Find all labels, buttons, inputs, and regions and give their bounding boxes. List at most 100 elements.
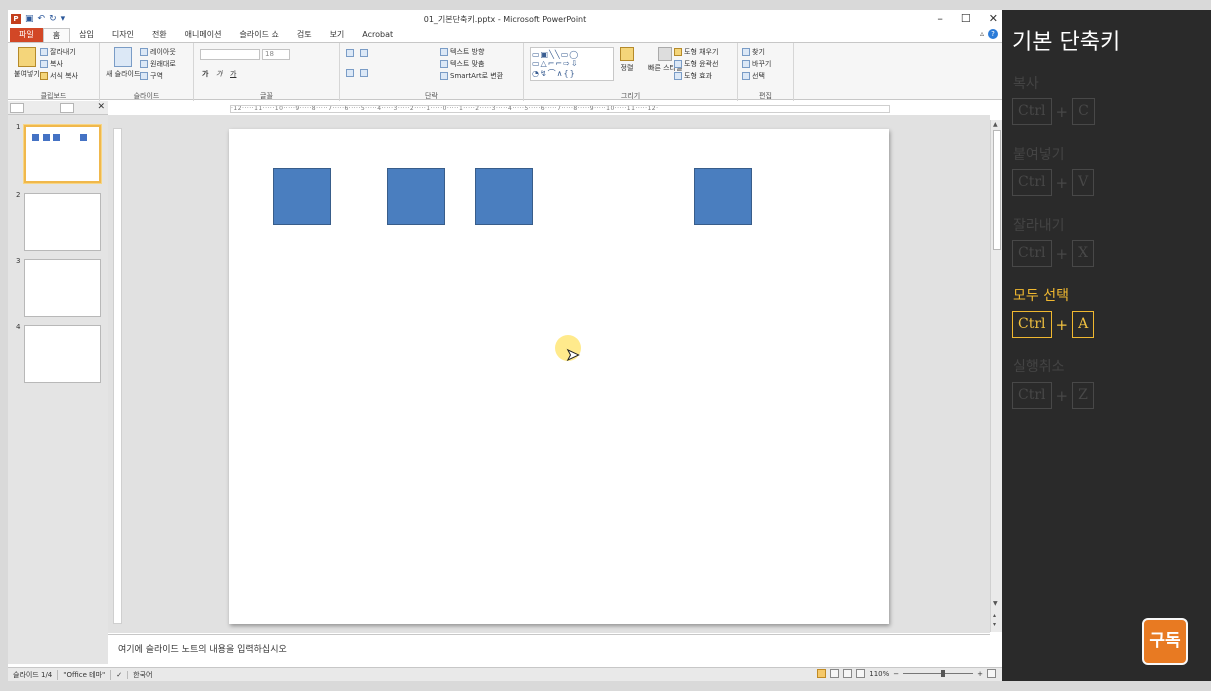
find-button[interactable]: 찾기 [742, 47, 765, 57]
font-size-input[interactable]: 18 [262, 49, 290, 60]
numbering-button[interactable] [360, 49, 368, 57]
underline-button[interactable]: 가 [230, 69, 236, 79]
close-pane-icon[interactable]: ✕ [97, 102, 105, 112]
notes-pane[interactable]: 여기에 슬라이드 노트의 내용을 입력하십시오 [108, 634, 990, 666]
fit-window-icon[interactable] [987, 669, 996, 678]
rectangle-shape-4[interactable] [694, 168, 752, 225]
text-direction-button[interactable]: 텍스트 방향 [440, 47, 484, 57]
shape-gallery[interactable]: ▭▣╲╲▭◯ ▭△⌐⌐⇨⇩ ◔↯⌒∧{} [530, 47, 614, 81]
tab-design[interactable]: 디자인 [103, 28, 143, 42]
zoom-slider[interactable] [903, 670, 974, 677]
number-list-icon [360, 49, 368, 57]
format-painter-button[interactable]: 서식 복사 [40, 71, 78, 81]
tab-animations[interactable]: 애니메이션 [176, 28, 231, 42]
slideshow-view-icon[interactable] [856, 669, 866, 678]
slide-thumbnail-1[interactable] [24, 125, 101, 183]
minimize-ribbon-icon[interactable]: ▵ [980, 29, 984, 39]
rectangle-shape-2[interactable] [387, 168, 445, 225]
bullet-list-icon [346, 49, 354, 57]
group-drawing: ▭▣╲╲▭◯ ▭△⌐⌐⇨⇩ ◔↯⌒∧{} 정렬 빠른 스타일 도형 채우기 도형 윤… [524, 43, 738, 101]
smartart-button[interactable]: SmartArt로 변환 [440, 71, 503, 81]
close-button[interactable]: ✕ [989, 12, 998, 25]
thumbnail-shape [80, 134, 87, 141]
powerpoint-logo-icon[interactable]: P [11, 14, 21, 24]
align-center-button[interactable] [360, 69, 368, 77]
align-text-button[interactable]: 텍스트 맞춤 [440, 59, 484, 69]
align-left-button[interactable] [346, 69, 354, 77]
zoom-out-icon[interactable]: − [893, 670, 899, 678]
previous-slide-icon[interactable]: ▴ [993, 612, 996, 619]
help-icon[interactable]: ? [988, 29, 998, 39]
layout-icon [140, 48, 148, 56]
tab-acrobat[interactable]: Acrobat [353, 28, 402, 42]
select-button[interactable]: 선택 [742, 71, 765, 81]
plus-sign: + [1055, 315, 1069, 334]
quick-access-toolbar: P ▣ ↶ ↻ ▾ [8, 14, 65, 24]
minimize-button[interactable]: – [937, 12, 943, 25]
zoom-in-icon[interactable]: + [977, 670, 983, 678]
group-paragraph: 텍스트 방향 텍스트 맞춤 SmartArt로 변환 단락 [340, 43, 524, 101]
zoom-slider-knob[interactable] [941, 670, 946, 677]
tab-insert[interactable]: 삽입 [70, 28, 103, 42]
shortcut-panel: 기본 단축키 복사 Ctrl + C 붙여넣기 Ctrl + V 잘라내기 Ct… [1002, 10, 1211, 681]
replace-button[interactable]: 바꾸기 [742, 59, 771, 69]
scroll-up-icon[interactable]: ▲ [993, 121, 998, 128]
section-button[interactable]: 구역 [140, 71, 163, 81]
next-slide-icon[interactable]: ▾ [993, 621, 996, 628]
new-slide-button[interactable]: 새 슬라이드 [106, 47, 140, 79]
font-name-input[interactable] [200, 49, 260, 60]
video-frame-top [0, 0, 1211, 10]
tab-view[interactable]: 보기 [321, 28, 354, 42]
shape-outline-button[interactable]: 도형 윤곽선 [674, 59, 718, 69]
rectangle-shape-3[interactable] [475, 168, 533, 225]
copy-button[interactable]: 복사 [40, 59, 63, 69]
pointer-icon [742, 72, 750, 80]
bullets-button[interactable] [346, 49, 354, 57]
slides-tab[interactable] [10, 103, 24, 113]
normal-view-icon[interactable] [817, 669, 827, 678]
spellcheck-icon[interactable]: ✓ [111, 670, 129, 679]
italic-button[interactable]: 가 [216, 69, 222, 79]
customize-qat-icon[interactable]: ▾ [61, 14, 66, 24]
slide-thumbnail-2[interactable] [24, 193, 101, 251]
language-indicator[interactable]: 한국어 [128, 670, 157, 680]
outline-tab[interactable] [60, 103, 74, 113]
save-icon[interactable]: ▣ [25, 14, 34, 24]
tab-review[interactable]: 검토 [288, 28, 321, 42]
slide-thumbnail-3[interactable] [24, 259, 101, 317]
tab-slideshow[interactable]: 슬라이드 쇼 [230, 28, 287, 42]
rectangle-shape-1[interactable] [273, 168, 331, 225]
tab-home[interactable]: 홈 [42, 28, 71, 42]
shortcut-label-paste: 붙여넣기 [1013, 147, 1065, 163]
arrange-button[interactable]: 정렬 [620, 47, 634, 73]
shape-effects-button[interactable]: 도형 효과 [674, 71, 712, 81]
zoom-level[interactable]: 110% [869, 670, 889, 678]
undo-icon[interactable]: ↶ [38, 14, 46, 24]
slide-thumbnail-4[interactable] [24, 325, 101, 383]
bold-button[interactable]: 가 [202, 69, 208, 79]
shortcut-keys-select-all: Ctrl + A [1012, 311, 1095, 338]
reading-view-icon[interactable] [843, 669, 853, 678]
redo-icon[interactable]: ↻ [49, 14, 57, 24]
vertical-scrollbar[interactable]: ▲ ▼ ▴ ▾ [990, 120, 1002, 632]
restore-button[interactable]: ☐ [961, 12, 971, 25]
layout-button[interactable]: 레이아웃 [140, 47, 176, 57]
cut-button[interactable]: 잘라내기 [40, 47, 76, 57]
group-label-paragraph: 단락 [425, 92, 438, 100]
paste-button[interactable]: 붙여넣기 [14, 47, 40, 79]
shortcut-label-select-all: 모두 선택 [1013, 288, 1069, 304]
status-bar: 슬라이드 1/4 "Office 테마" ✓ 한국어 110% − + [8, 667, 1002, 681]
shape-fill-button[interactable]: 도형 채우기 [674, 47, 718, 57]
tab-transitions[interactable]: 전환 [143, 28, 176, 42]
tab-file[interactable]: 파일 [10, 28, 43, 42]
video-frame-bottom [0, 681, 1211, 691]
slide-canvas[interactable] [229, 129, 889, 624]
slide-sorter-icon[interactable] [830, 669, 840, 678]
copy-icon [40, 60, 48, 68]
reset-button[interactable]: 원래대로 [140, 59, 176, 69]
scroll-down-icon[interactable]: ▼ [993, 600, 998, 607]
group-label-drawing: 그리기 [620, 92, 641, 100]
subscribe-button[interactable]: 구독 [1142, 618, 1188, 665]
theme-indicator[interactable]: "Office 테마" [58, 669, 112, 680]
scrollbar-thumb[interactable] [993, 130, 1001, 250]
